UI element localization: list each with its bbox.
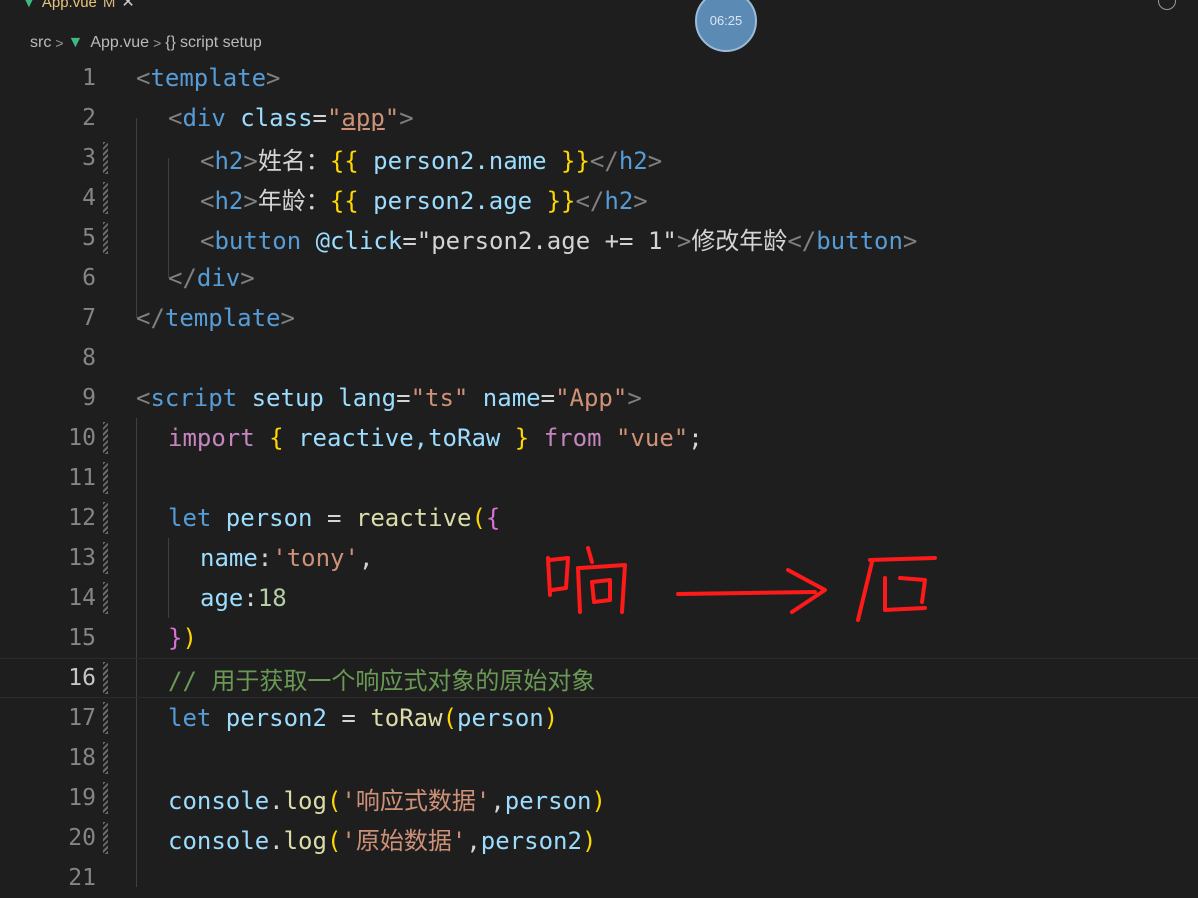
code-line: 19 console.log('响应式数据',person) [0,778,1198,818]
chevron-right-icon: > [55,35,64,51]
braces-icon: {} [165,34,176,51]
modified-line-marker [103,662,108,694]
line-number: 20 [68,825,96,851]
line-number: 3 [82,145,96,171]
modified-badge: M [102,0,116,11]
modified-line-marker [103,182,108,214]
modified-line-marker [103,542,108,574]
code-text: let person = reactive({ [168,504,501,532]
code-line: 3 <h2>姓名：{{ person2.name }}</h2> [0,138,1198,178]
breadcrumb-file[interactable]: App.vue [90,34,149,52]
tab-app-vue[interactable]: ▼ App.vue M ✕ [22,0,135,14]
modified-line-marker [103,582,108,614]
line-number: 8 [82,345,96,371]
code-line: 1 <template> [0,58,1198,98]
line-number: 2 [82,105,96,131]
code-line: 4 <h2>年龄：{{ person2.age }}</h2> [0,178,1198,218]
code-editor[interactable]: 1 <template> 2 <div class="app"> 3 <h2>姓… [0,58,1198,891]
code-line: 18 [0,738,1198,778]
breadcrumb-symbol[interactable]: script setup [180,34,262,52]
line-number: 12 [68,505,96,531]
line-number: 14 [68,585,96,611]
modified-line-marker [103,142,108,174]
code-line: 5 <button @click="person2.age += 1">修改年龄… [0,218,1198,258]
code-text: </div> [168,264,255,292]
code-text: age:18 [200,584,287,612]
code-text: console.log('原始数据',person2) [168,826,597,855]
chevron-right-icon: > [153,35,162,51]
code-text: <h2>姓名：{{ person2.name }}</h2> [200,146,663,175]
code-line: 7 </template> [0,298,1198,338]
line-number: 9 [82,385,96,411]
line-number: 17 [68,705,96,731]
modified-line-marker [103,222,108,254]
code-line: 21 [0,858,1198,898]
tab-filename: App.vue [41,0,97,11]
code-line: 12 let person = reactive({ [0,498,1198,538]
code-text: name:'tony', [200,544,374,572]
modified-line-marker [103,822,108,854]
code-line-current: 16 // 用于获取一个响应式对象的原始对象 [0,658,1198,698]
code-line: 9 <script setup lang="ts" name="App"> [0,378,1198,418]
breadcrumb-folder[interactable]: src [30,34,51,52]
line-number: 18 [68,745,96,771]
line-number: 11 [68,465,96,491]
recording-timer: 06:25 [695,0,757,52]
line-number: 6 [82,265,96,291]
handwritten-annotation [546,546,937,622]
code-text: <h2>年龄：{{ person2.age }}</h2> [200,186,648,215]
line-number: 7 [82,305,96,331]
breadcrumb: src > ▼ App.vue > {} script setup [30,31,262,55]
code-text: let person2 = toRaw(person) [168,704,559,732]
history-icon[interactable] [1158,0,1176,10]
code-text: <div class="app"> [168,104,414,132]
code-text: }) [168,624,197,652]
line-number: 19 [68,785,96,811]
line-number: 21 [68,865,96,891]
line-number: 13 [68,545,96,571]
code-text: // 用于获取一个响应式对象的原始对象 [168,666,596,695]
code-text: <script setup lang="ts" name="App"> [136,384,642,412]
code-text: </template> [136,304,295,332]
code-text: <button @click="person2.age += 1">修改年龄</… [200,226,918,255]
code-line: 8 [0,338,1198,378]
code-line: 17 let person2 = toRaw(person) [0,698,1198,738]
line-number: 15 [68,625,96,651]
line-number: 1 [82,65,96,91]
line-number: 16 [68,665,96,691]
line-number: 5 [82,225,96,251]
code-text: <template> [136,64,281,92]
modified-line-marker [103,422,108,454]
editor-tab-bar: ▼ App.vue M ✕ 06:25 [0,0,1198,52]
modified-line-marker [103,702,108,734]
modified-line-marker [103,742,108,774]
vue-icon: ▼ [67,34,84,51]
modified-line-marker [103,782,108,814]
code-line: 2 <div class="app"> [0,98,1198,138]
code-line: 10 import { reactive,toRaw } from "vue"; [0,418,1198,458]
modified-line-marker [103,462,108,494]
code-text: console.log('响应式数据',person) [168,786,606,815]
modified-line-marker [103,502,108,534]
code-line: 6 </div> [0,258,1198,298]
vue-icon: ▼ [22,0,36,10]
code-text: import { reactive,toRaw } from "vue"; [168,424,703,452]
line-number: 10 [68,425,96,451]
line-number: 4 [82,185,96,211]
code-line: 11 [0,458,1198,498]
code-line: 20 console.log('原始数据',person2) [0,818,1198,858]
close-icon[interactable]: ✕ [121,0,134,12]
